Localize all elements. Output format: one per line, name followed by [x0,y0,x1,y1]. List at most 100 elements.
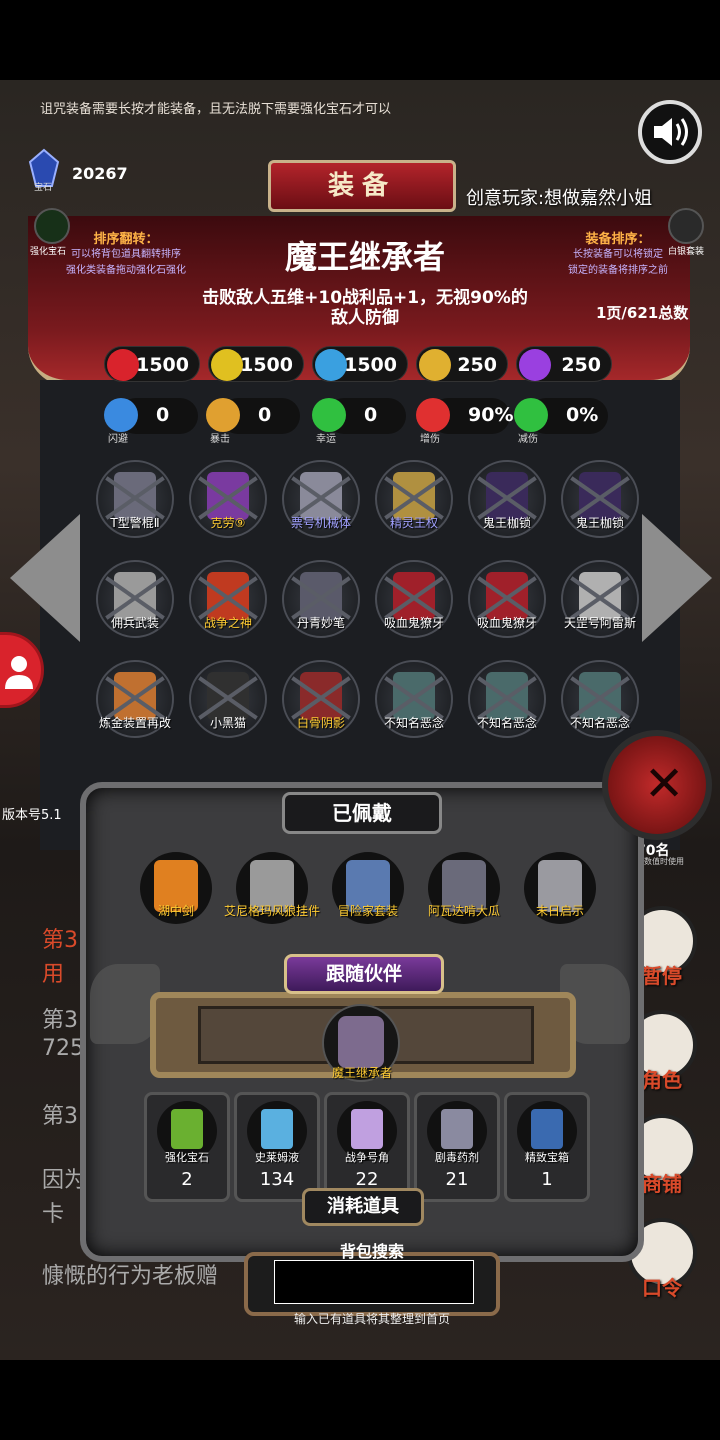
inventory-item[interactable]: 白骨阴影 [276,656,366,746]
stat-label: 增伤 [420,434,440,445]
partner-sprite [338,1016,384,1068]
inventory-item[interactable]: 战争之神 [183,556,273,646]
page-info: 1页/621总数 [596,304,689,322]
item-label: 天罡号阿雷斯 [563,616,636,630]
stat-crit: 0 暴击 [206,398,306,445]
muscle-icon [211,349,243,381]
consumable-label: 战争号角 [345,1151,389,1164]
equip-label: 湖中剑 [157,904,194,918]
item-label: 佣兵武装 [110,616,159,630]
consumables-title: 消耗道具 [302,1188,424,1226]
search-hint: 输入已有道具将其整理到首页 [293,1312,450,1326]
gem-label: 宝石 [34,183,53,193]
inventory-item[interactable]: 不知名恶念 [369,656,459,746]
consumable-sprite [531,1109,563,1149]
sound-button[interactable] [638,100,702,164]
inventory-item[interactable]: 不知名恶念 [462,656,552,746]
stat-value: 250 [561,354,601,376]
person-icon [5,656,33,689]
item-label: 丹青妙笔 [296,616,345,630]
sort-reverse-desc: 强化类装备拖动强化石强化 [66,265,186,276]
consumable-sprite [171,1109,203,1149]
stat-value: 0% [566,404,599,426]
inventory-item[interactable]: 小黑猫 [183,656,273,746]
inventory-item[interactable]: 天罡号阿雷斯 [555,556,645,646]
inventory-item[interactable]: 吸血鬼獠牙 [462,556,552,646]
item-label: 不知名恶念 [383,716,444,730]
equipped-item[interactable]: 阿瓦达啃大瓜 [418,848,510,944]
item-label: 白骨阴影 [296,716,345,730]
item-name: 魔王继承者 [284,238,445,276]
inventory-item[interactable]: 佣兵武装 [90,556,180,646]
heart-icon [107,349,139,381]
equip-label: 艾尼格玛风狼挂件 [223,904,320,918]
consumable-item[interactable]: 剧毒药剂 21 [414,1092,500,1202]
equipped-title: 已佩戴 [282,792,442,834]
equip-sort-title: 装备排序： [585,232,651,247]
consumable-count: 2 [181,1169,193,1190]
equip-label: 冒险家套装 [337,904,398,918]
equip-sort-button[interactable]: 装备排序： 长按装备可以将锁定 锁定的装备将排序之前 [548,228,688,279]
bg-text: 卡 [42,1202,65,1227]
equipped-item[interactable]: 艾尼格玛风狼挂件 [224,848,320,944]
consumable-count: 22 [355,1169,379,1190]
item-desc-line: 敌人防御 [331,308,399,328]
inventory-item[interactable]: 鬼王枷锁 [462,456,552,546]
item-label: 吸血鬼獠牙 [383,616,444,630]
item-label: 克劳⑨ [210,516,246,530]
consumable-sprite [441,1109,473,1149]
gem-count: 20267 [72,164,128,183]
item-label: 吸血鬼獠牙 [476,616,537,630]
item-label: 鬼王枷锁 [575,516,624,530]
bg-text: 第3 [42,1008,78,1033]
close-icon: ✕ [644,756,685,812]
crit-icon [206,398,240,432]
bg-text: 慷慨的行为老板赠 [42,1264,219,1289]
equip-sort-desc: 锁定的装备将排序之前 [568,265,668,276]
equipped-item[interactable]: 湖中剑 [130,848,222,944]
stat-value: 1500 [136,354,189,376]
stat-label: 闪避 [108,434,128,445]
sort-reverse-desc: 可以将背包道具翻转排序 [71,249,181,260]
consumable-item[interactable]: 精致宝箱 1 [504,1092,590,1202]
equipped-row: 湖中剑 艾尼格玛风狼挂件 冒险家套装 阿瓦达啃大瓜 末日启示 [130,848,610,944]
profile-tab[interactable] [0,632,44,708]
consumables-row: 强化宝石 2 史莱姆液 134 战争号角 22 剧毒药剂 21 精致宝箱 1 [144,1092,592,1202]
lightning-icon [519,349,551,381]
inventory-item[interactable]: 克劳⑨ [183,456,273,546]
item-label: T型警棍Ⅱ [110,516,160,530]
consumable-sprite [261,1109,293,1149]
inventory-item[interactable]: 丹青妙笔 [276,556,366,646]
sub-stats: 0 闪避 0 暴击 0 幸运 90% 增伤 0% 减伤 [100,398,620,448]
main-stats: 1500 1500 1500 250 250 [104,346,614,386]
prev-page-arrow[interactable] [10,514,80,642]
consumable-item[interactable]: 战争号角 22 [324,1092,410,1202]
inventory-item[interactable]: 精灵王权 [369,456,459,546]
next-page-arrow[interactable] [642,514,712,642]
stat-value: 0 [156,404,170,426]
inventory-item[interactable]: T型警棍Ⅱ [90,456,180,546]
stat-atk: 250 [416,346,508,382]
bag-search-input[interactable] [274,1260,474,1304]
equipped-item[interactable]: 末日启示 [514,848,606,944]
inventory-item[interactable]: 票号机械体 [276,456,366,546]
bg-text: 用 [42,962,65,987]
inventory-item[interactable]: 炼金装置再改 [90,656,180,746]
sort-reverse-button[interactable]: 排序翻转： 可以将背包道具翻转排序 强化类装备拖动强化石强化 [56,228,196,279]
close-button[interactable]: ✕ [602,730,712,840]
stat-value: 0 [258,404,272,426]
item-label: 战争之神 [203,616,252,630]
consumable-item[interactable]: 强化宝石 2 [144,1092,230,1202]
bg-text: 第3 [42,928,78,953]
inventory-item[interactable]: 鬼王枷锁 [555,456,645,546]
inventory-item[interactable]: 不知名恶念 [555,656,645,746]
consumable-item[interactable]: 史莱姆液 134 [234,1092,320,1202]
item-label: 票号机械体 [290,516,351,530]
inventory-item[interactable]: 吸血鬼獠牙 [369,556,459,646]
sword-icon [419,349,451,381]
consumable-count: 21 [445,1169,469,1190]
equipped-item[interactable]: 冒险家套装 [322,848,414,944]
consumable-count: 134 [259,1169,295,1190]
creator-credit: 创意玩家:想做嘉然小姐 [466,188,653,209]
stat-str: 1500 [208,346,304,382]
